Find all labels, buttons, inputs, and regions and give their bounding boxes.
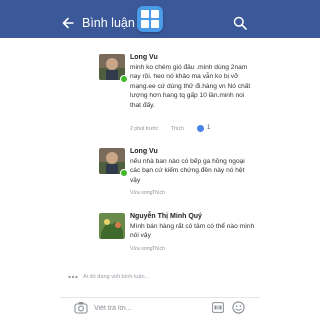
app-logo-icon [137, 6, 163, 32]
page-title: Bình luận [82, 16, 135, 30]
like-button[interactable]: Thích [152, 190, 165, 196]
comment-text: Mình bán hàng rất có tâm có thể nào mình… [130, 223, 255, 240]
comment-author[interactable]: Long Vu [130, 54, 158, 61]
like-count: 1 [207, 125, 211, 131]
reply-input[interactable] [94, 302, 204, 314]
search-icon[interactable] [232, 15, 248, 31]
comments-screen: Bình luận Long Vu minh ko chém gió đâu .… [0, 0, 320, 320]
comment-time: Vừa xong [130, 246, 153, 252]
like-button[interactable]: Thích [171, 126, 184, 132]
arrow-left-icon[interactable] [60, 15, 76, 31]
composer-divider [60, 297, 260, 298]
online-status-dot [120, 169, 128, 177]
avatar[interactable] [99, 213, 125, 239]
comment-text: nếu nhà ban nào có bếp ga hồng ngoại các… [130, 158, 245, 184]
camera-icon[interactable] [74, 301, 88, 314]
comment-author[interactable]: Long Vu [130, 148, 158, 155]
like-reaction-icon [197, 125, 204, 132]
comment-time: Vừa xong [130, 190, 153, 196]
typing-dots-icon [68, 275, 78, 279]
comment-text: minh ko chém gió đâu .minh dùng 2nam nay… [130, 64, 251, 109]
comment-time: 2 phút trước [130, 126, 159, 132]
online-status-dot [120, 75, 128, 83]
typing-indicator: Ai đó đang viết bình luận... [83, 274, 150, 280]
like-button[interactable]: Thích [152, 246, 165, 252]
emoji-icon[interactable] [232, 301, 245, 314]
gif-icon[interactable] [212, 302, 224, 313]
comment-author[interactable]: Nguyễn Thị Minh Quý [130, 213, 202, 220]
avatar-image [99, 213, 125, 239]
